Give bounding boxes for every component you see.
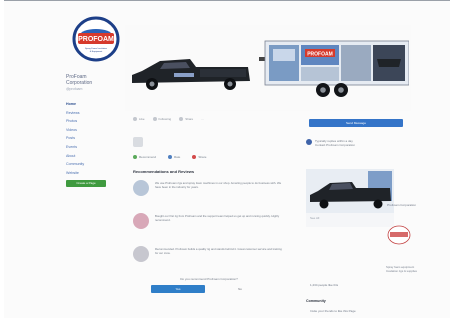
trailer-image: PROFOAM [259, 40, 409, 97]
nav-item-community[interactable]: Community [66, 160, 116, 169]
nav-item-posts[interactable]: Posts [66, 134, 116, 143]
reply-info-card: Typically replies within a day Contact P… [306, 139, 414, 147]
svg-text:& Equipment: & Equipment [90, 50, 103, 53]
rate-button[interactable]: Rate [168, 155, 180, 159]
recommend-buttons: Yes No [133, 285, 285, 293]
side-info-text: Spray foam equipment Insulation rigs & s… [386, 265, 446, 273]
nav-item-home[interactable]: Home [66, 100, 116, 109]
community-invite-text[interactable]: Invite your friends to like this Page [310, 309, 356, 313]
nav-item-about[interactable]: About [66, 152, 116, 161]
reviewer-avatar[interactable] [133, 246, 149, 262]
recommend-no-button[interactable]: No [213, 285, 267, 293]
review-text: Recommended. ProFoam builds a quality ri… [155, 247, 282, 255]
post-reaction-bar: Recommend Rate Share [133, 155, 285, 159]
nav-item-events[interactable]: Events [66, 143, 116, 152]
share-arrow-icon [179, 117, 184, 121]
page-nav: Home Reviews Photos Videos Posts Events … [66, 100, 116, 177]
review-item: We use ProFoam rigs and spray foam machi… [133, 180, 285, 207]
reviewer-avatar[interactable] [133, 180, 149, 196]
small-logo-icon [387, 225, 411, 245]
star-icon [168, 155, 173, 159]
reviewer-avatar[interactable] [133, 213, 149, 229]
recommend-button[interactable]: Recommend [133, 155, 156, 159]
send-message-button[interactable]: Send Message [309, 119, 403, 127]
review-text: We use ProFoam rigs and spray foam machi… [155, 181, 282, 189]
promo-see-all[interactable]: See All [310, 216, 319, 220]
following-button[interactable]: Following [152, 117, 172, 121]
recommend-label: Recommend [139, 155, 157, 159]
reply-text: Typically replies within a day Contact P… [315, 139, 355, 147]
nav-item-reviews[interactable]: Reviews [66, 109, 116, 118]
pickup-truck-image [132, 59, 250, 90]
create-page-button[interactable]: Create a Page [66, 180, 106, 188]
following-icon [152, 117, 157, 121]
recommend-icon [133, 155, 137, 159]
svg-text:PROFOAM: PROFOAM [78, 36, 114, 43]
profoam-logo[interactable]: PROFOAM Spray Foam Insulation & Equipmen… [66, 15, 126, 63]
left-column: ProFoam Corporation @profoam Home Review… [66, 74, 116, 188]
cover-photo[interactable]: PROFOAM [125, 25, 411, 111]
heart-icon [192, 155, 197, 159]
recommend-question: Do you recommend ProFoam Corporation? [180, 277, 238, 281]
share-post-button[interactable]: Share [192, 155, 206, 159]
right-column: Send Message Typically replies within a … [306, 119, 417, 313]
share-post-label: Share [198, 155, 207, 159]
rate-label: Rate [174, 155, 181, 159]
reply-line-2[interactable]: Contact ProFoam Corporation [315, 143, 355, 147]
following-label: Following [158, 117, 172, 121]
facebook-icon [306, 139, 312, 145]
community-section-title: Community [306, 299, 326, 303]
page-action-bar: Like Following Share ... [133, 115, 285, 123]
reviews-section-title: Recommendations and Reviews [133, 169, 195, 174]
more-button[interactable]: ... [201, 117, 204, 121]
promo-card[interactable]: See All ProFoam Corporation [306, 169, 416, 227]
svg-text:PROFOAM: PROFOAM [307, 52, 333, 58]
svg-text:Spray Foam Insulation: Spray Foam Insulation [85, 47, 108, 50]
nav-item-photos[interactable]: Photos [66, 117, 116, 126]
page-name-line-2: Corporation [66, 80, 93, 86]
like-page-button[interactable]: Like [133, 117, 145, 121]
logo-icon: PROFOAM Spray Foam Insulation & Equipmen… [72, 16, 120, 62]
center-column: Like Following Share ... Recommend Rate [133, 115, 285, 293]
share-label: Share [185, 117, 194, 121]
promo-truck-image [306, 169, 394, 213]
review-item: Bought our first rig from ProFoam and th… [133, 213, 285, 240]
nav-item-videos[interactable]: Videos [66, 126, 116, 135]
share-page-button[interactable]: Share [179, 117, 193, 121]
post-composer-icon[interactable] [133, 137, 143, 147]
promo-page-name: ProFoam Corporation [387, 203, 416, 207]
recommend-yes-button[interactable]: Yes [151, 285, 205, 293]
thumbs-up-icon [133, 117, 137, 121]
nav-item-website[interactable]: Website [66, 169, 116, 178]
side-text-2: Insulation rigs & supplies [386, 269, 417, 273]
page-likes-text: 1,234 people like this [310, 283, 339, 287]
review-text: Bought our first rig from ProFoam and th… [155, 214, 280, 222]
page-handle[interactable]: @profoam [66, 87, 116, 91]
review-item: Recommended. ProFoam builds a quality ri… [133, 246, 285, 273]
browser-frame: PROFOAM Spray Foam Insulation & Equipmen… [4, 0, 450, 318]
like-label: Like [139, 117, 145, 121]
